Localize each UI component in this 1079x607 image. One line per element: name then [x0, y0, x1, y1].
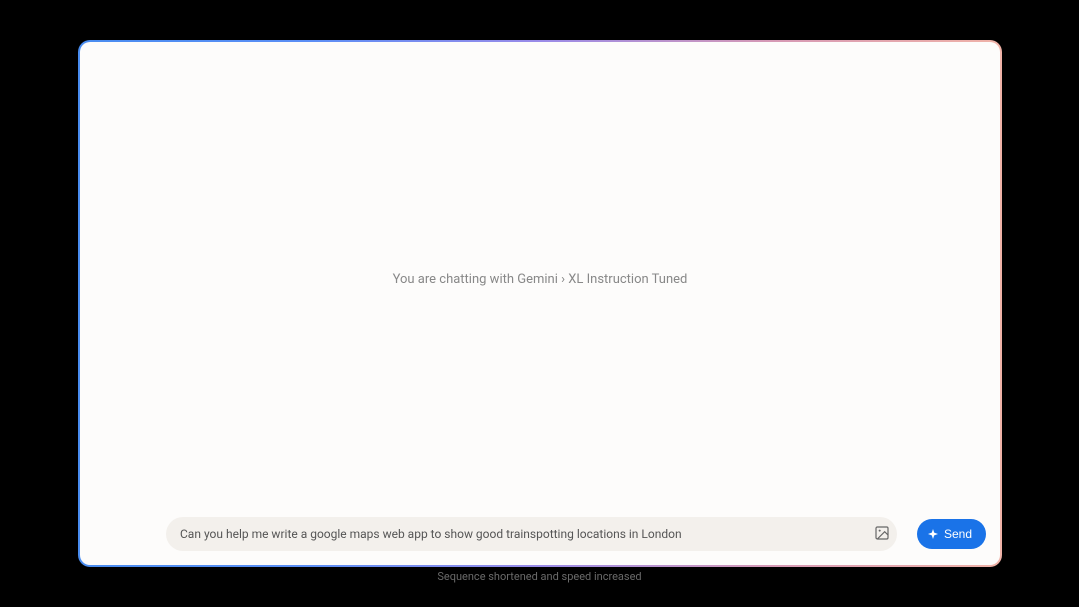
sparkle-icon [927, 528, 939, 540]
input-bar: Send [80, 517, 1000, 565]
send-button[interactable]: Send [917, 519, 986, 549]
chat-area: You are chatting with Gemini › XL Instru… [80, 42, 1000, 517]
footer-disclaimer: Sequence shortened and speed increased [0, 570, 1079, 583]
chat-app-window: You are chatting with Gemini › XL Instru… [80, 42, 1000, 565]
prompt-input[interactable] [166, 517, 897, 551]
chat-model-status: You are chatting with Gemini › XL Instru… [393, 272, 688, 287]
image-upload-button[interactable] [871, 523, 893, 545]
image-icon [874, 525, 890, 544]
send-button-label: Send [944, 527, 972, 541]
